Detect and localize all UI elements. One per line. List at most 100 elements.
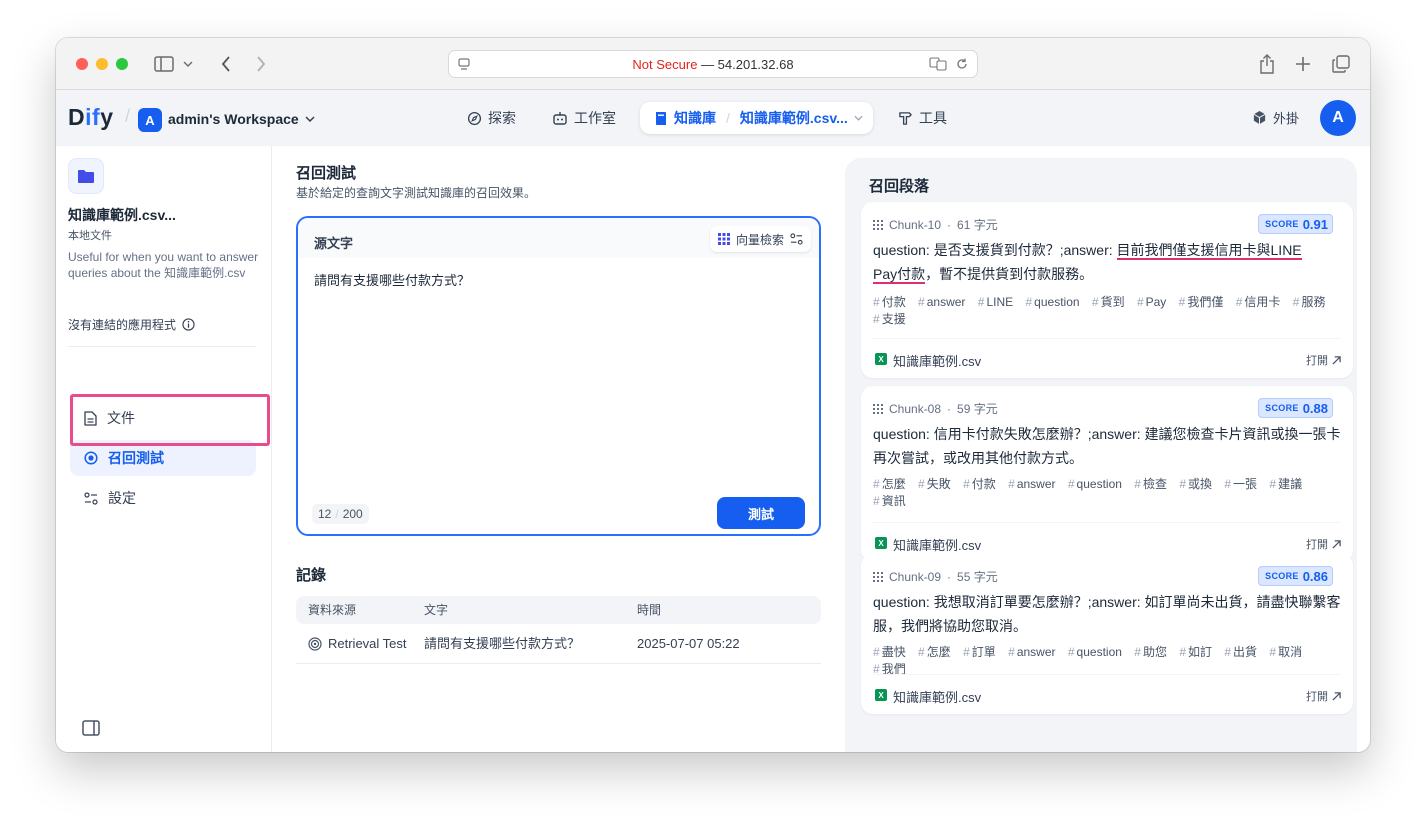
keyword-tag: # LINE [977, 295, 1014, 309]
retrieval-mode-button[interactable]: 向量檢索 [709, 226, 811, 252]
chunk-keywords: # 付款 # answer # LINE # question # 貨到 # Pay # 我們… [873, 294, 1345, 328]
forward-icon[interactable] [248, 51, 274, 77]
close-window-button[interactable] [76, 58, 88, 70]
score-badge: SCORE 0.91 [1258, 214, 1333, 234]
test-button[interactable]: 測試 [717, 497, 805, 529]
keyword-tag: # 或換 [1179, 477, 1213, 491]
sidebar-item-settings[interactable]: 設定 [70, 480, 256, 516]
nav-knowledge[interactable]: 知識庫 / 知識庫範例.csv... [640, 102, 873, 134]
url-text: — 54.201.32.68 [701, 56, 794, 72]
chunk-id: Chunk-09 [889, 569, 942, 584]
score-badge: SCORE 0.88 [1258, 398, 1333, 418]
open-link[interactable]: 打開 [1306, 688, 1341, 704]
sidebar-divider [68, 346, 256, 347]
compass-icon [467, 111, 482, 125]
source-file-name: 知識庫範例.csv [893, 538, 982, 553]
chunk-content: question: 信用卡付款失敗怎麼辦？;answer: 建議您檢查卡片資訊或… [873, 426, 1341, 466]
keyword-tag: # 付款 [873, 295, 906, 309]
keyword-tag: # 檢查 [1134, 477, 1167, 491]
results-title: 召回段落 [869, 178, 930, 195]
results-panel: 召回段落 Chunk-10 · 61 字元 SCORE 0.91 questio… [845, 158, 1357, 752]
sidebar-toggle-icon[interactable] [151, 51, 177, 77]
keyword-tag: # question [1067, 645, 1122, 659]
nav-tools[interactable]: 工具 [898, 108, 947, 128]
plugins-button[interactable]: 外掛 [1252, 108, 1299, 127]
chunk-content: question: 我想取消訂單要怎麼辦？;answer: 如訂單尚未出貨，請盡… [873, 594, 1341, 634]
new-tab-icon[interactable] [1290, 51, 1316, 77]
query-textarea[interactable]: 請問有支援哪些付款方式？ [314, 270, 470, 289]
dify-logo[interactable]: Dify [68, 104, 113, 131]
translate-icon[interactable] [929, 57, 947, 74]
chevron-down-icon [305, 116, 315, 123]
current-dataset-selector[interactable]: 知識庫範例.csv... [740, 108, 848, 128]
header-source: 資料來源 [308, 603, 357, 617]
keyword-tag: # question [1067, 477, 1122, 491]
records-table: 資料來源 文字 時間 Retrieval Test 請問有支援哪些付款方式？ 2… [296, 596, 821, 664]
open-link[interactable]: 打開 [1306, 352, 1341, 368]
nav-studio[interactable]: 工作室 [552, 108, 616, 128]
chunk-footer: X 知識庫範例.csv 打開 [873, 674, 1341, 714]
linked-apps-info[interactable]: 沒有連結的應用程式 [68, 316, 195, 333]
page-settings-icon[interactable] [457, 57, 471, 74]
chunk-id: Chunk-10 [889, 217, 942, 232]
query-panel-header: 源文字 向量檢索 [298, 218, 819, 258]
collapse-sidebar-icon[interactable] [82, 720, 100, 736]
tab-overview-icon[interactable] [1328, 51, 1354, 77]
workspace-avatar[interactable]: A [138, 108, 162, 132]
chunk-card[interactable]: Chunk-10 · 61 字元 SCORE 0.91 question: 是否… [861, 202, 1353, 378]
keyword-tag: # 貨到 [1091, 295, 1125, 309]
minimize-window-button[interactable] [96, 58, 108, 70]
keyword-tag: # answer [918, 295, 966, 309]
open-link[interactable]: 打開 [1306, 536, 1341, 552]
keyword-tag: # 付款 [963, 477, 996, 491]
chunk-chars: 59 字元 [957, 402, 998, 416]
arrow-up-right-icon [1332, 355, 1341, 365]
grip-icon [873, 403, 883, 414]
sliders-icon [84, 491, 98, 505]
back-icon[interactable] [213, 51, 239, 77]
keyword-tag: # 盡快 [873, 645, 906, 659]
workspace-selector[interactable]: admin's Workspace [168, 111, 315, 127]
chevron-down-icon [854, 115, 863, 121]
settings-sliders-icon [790, 233, 803, 245]
highlight-annotation [70, 394, 270, 446]
chevron-down-icon[interactable] [180, 51, 196, 77]
chunk-id: Chunk-08 [889, 401, 942, 416]
dataset-name: 知識庫範例.csv... [68, 207, 176, 223]
folder-icon [68, 158, 104, 194]
keyword-tag: # 助您 [1134, 645, 1167, 659]
header-text: 文字 [424, 603, 449, 617]
keyword-tag: # 怎麼 [873, 477, 906, 491]
chunk-card[interactable]: Chunk-08 · 59 字元 SCORE 0.88 question: 信用… [861, 386, 1353, 562]
character-counter: 12/200 [312, 504, 369, 524]
share-icon[interactable] [1254, 51, 1280, 77]
grip-icon [873, 219, 883, 230]
keyword-tag: # 如訂 [1179, 645, 1213, 659]
nav-explore[interactable]: 探索 [467, 108, 516, 128]
user-avatar[interactable]: A [1320, 100, 1356, 136]
keyword-tag: # 出貨 [1224, 645, 1258, 659]
chunk-footer: X 知識庫範例.csv 打開 [873, 338, 1341, 378]
header-time: 時間 [637, 603, 662, 617]
keyword-tag: # 資訊 [873, 494, 906, 508]
browser-toolbar: Not Secure — 54.201.32.68 [56, 38, 1370, 90]
chunk-chars: 61 字元 [957, 218, 998, 232]
keyword-tag: # Pay [1136, 295, 1167, 309]
chunk-card[interactable]: Chunk-09 · 55 字元 SCORE 0.86 question: 我想… [861, 554, 1353, 714]
table-row[interactable]: Retrieval Test 請問有支援哪些付款方式？ 2025-07-07 0… [296, 624, 821, 664]
source-file-name: 知識庫範例.csv [893, 690, 982, 705]
keyword-tag: # 支援 [873, 312, 906, 326]
zoom-window-button[interactable] [116, 58, 128, 70]
reload-icon[interactable] [955, 57, 969, 74]
address-bar[interactable]: Not Secure — 54.201.32.68 [448, 50, 978, 78]
query-input-panel: 源文字 向量檢索 請問有支援哪些付款方式？ 12/200 測試 [296, 216, 821, 536]
keyword-tag: # 怎麼 [918, 645, 951, 659]
dataset-description: Useful for when you want to answer queri… [68, 250, 259, 280]
cube-icon [1253, 110, 1266, 125]
hammer-icon [899, 111, 912, 125]
keyword-tag: # 服務 [1292, 295, 1326, 309]
page-title: 召回測試 [296, 165, 357, 182]
browser-window: Not Secure — 54.201.32.68 Dify / A admin… [56, 38, 1370, 752]
chunk-keywords: # 盡快 # 怎麼 # 訂單 # answer # question # 助您 # 如訂 # 出… [873, 644, 1345, 678]
info-icon[interactable] [182, 318, 195, 331]
